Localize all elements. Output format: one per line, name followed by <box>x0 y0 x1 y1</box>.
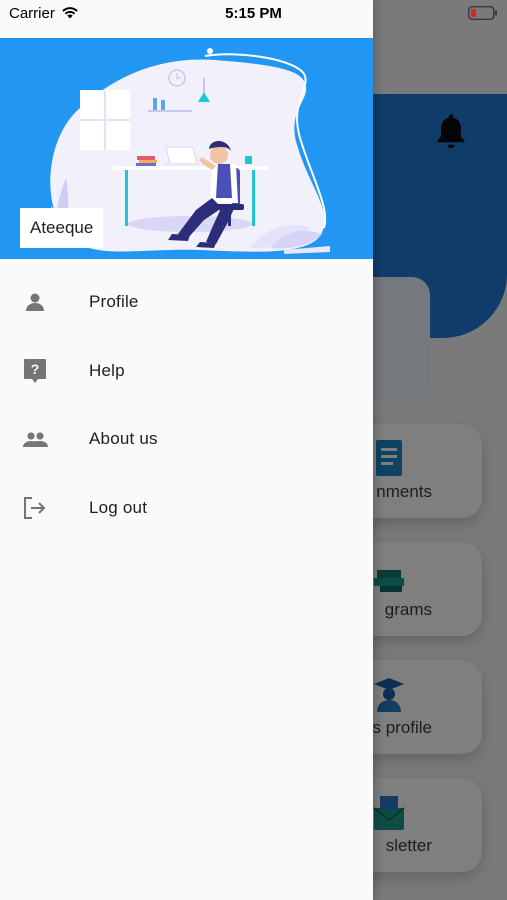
clock-label: 5:15 PM <box>225 5 282 22</box>
menu-item-label: Log out <box>89 497 148 517</box>
help-icon: ? <box>21 357 49 385</box>
navigation-drawer: Ateeque Profile ? Help About us Log out <box>0 0 373 900</box>
menu-item-about-us[interactable]: About us <box>0 405 373 474</box>
menu-item-label: Help <box>89 360 125 380</box>
menu-item-label: About us <box>89 429 158 449</box>
status-bar: Carrier 5:15 PM <box>0 0 507 28</box>
drawer-header: Ateeque <box>0 38 373 259</box>
user-name-text: Ateeque <box>30 218 94 237</box>
logout-icon <box>21 494 49 522</box>
menu-item-help[interactable]: ? Help <box>0 337 373 406</box>
svg-text:?: ? <box>31 361 40 377</box>
menu-item-log-out[interactable]: Log out <box>0 474 373 543</box>
user-name-label: Ateeque <box>20 208 104 248</box>
battery-icon <box>468 6 497 20</box>
menu-item-label: Profile <box>89 292 139 312</box>
menu-item-profile[interactable]: Profile <box>0 268 373 337</box>
person-icon <box>21 288 49 316</box>
people-icon <box>21 425 49 453</box>
drawer-menu: Profile ? Help About us Log out <box>0 268 373 542</box>
